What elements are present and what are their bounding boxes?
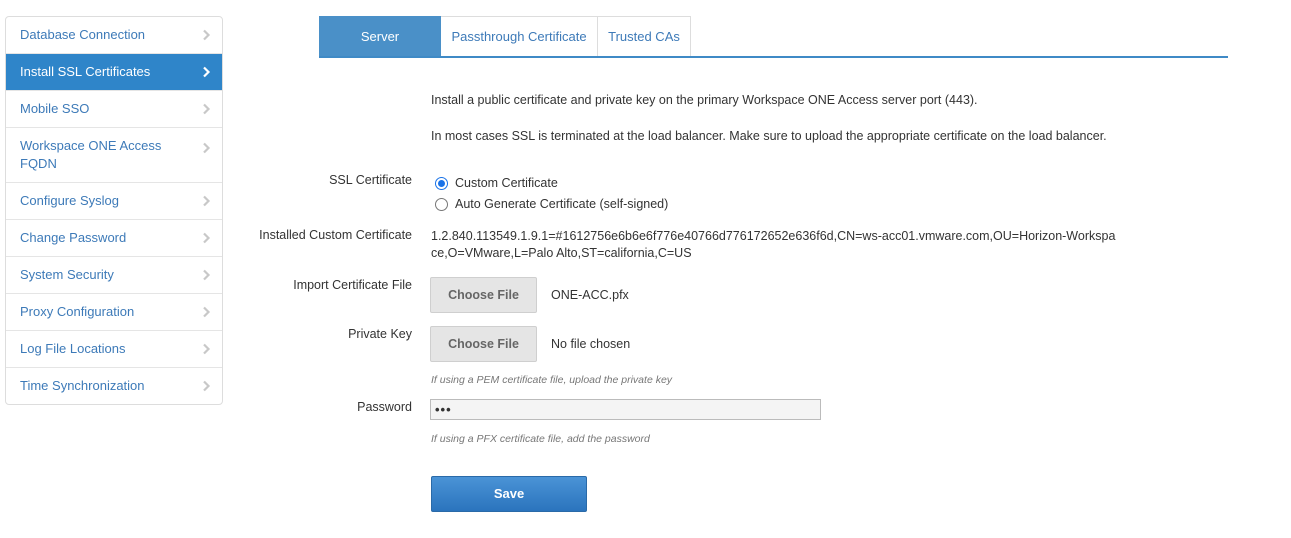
sidebar-item-time-synchronization[interactable]: Time Synchronization [6,368,222,404]
password-label: Password [357,400,412,414]
tab-trusted-cas[interactable]: Trusted CAs [597,16,691,56]
sidebar-item-workspace-one-access-fqdn[interactable]: Workspace ONE Access FQDN [6,128,222,183]
tab-passthrough-certificate[interactable]: Passthrough Certificate [441,16,598,56]
private-key-label: Private Key [348,327,412,341]
tab-server-certificate[interactable]: Server Certificate [319,16,441,84]
import-certificate-label: Import Certificate File [293,278,412,292]
chevron-right-icon [200,269,212,281]
info-text-install: Install a public certificate and private… [431,93,978,107]
sidebar-item-label: Configure Syslog [20,193,119,208]
sidebar-item-label: Log File Locations [20,341,126,356]
sidebar-item-database-connection[interactable]: Database Connection [6,17,222,54]
chevron-right-icon [200,66,212,78]
chevron-right-icon [200,195,212,207]
sidebar-item-log-file-locations[interactable]: Log File Locations [6,331,222,368]
chevron-right-icon [200,380,212,392]
chevron-right-icon [200,103,212,115]
certificate-tabs: Server Certificate Passthrough Certifica… [319,16,1228,84]
radio-custom-certificate[interactable]: Custom Certificate [435,176,558,190]
chevron-right-icon [200,306,212,318]
sidebar-item-label: Mobile SSO [20,101,90,116]
password-hint: If using a PFX certificate file, add the… [431,433,650,445]
sidebar-item-change-password[interactable]: Change Password [6,220,222,257]
radio-button-checked[interactable] [435,176,448,190]
sidebar-item-label: Workspace ONE Access FQDN [20,138,162,171]
save-button[interactable]: Save [431,476,587,512]
installed-certificate-value: 1.2.840.113549.1.9.1=#1612756e6b6e6f776e… [431,229,1116,260]
sidebar-item-proxy-configuration[interactable]: Proxy Configuration [6,294,222,331]
chevron-right-icon [200,29,212,41]
chevron-right-icon [200,343,212,355]
chevron-right-icon [200,232,212,244]
info-text-load-balancer: In most cases SSL is terminated at the l… [431,129,1107,143]
private-key-hint: If using a PEM certificate file, upload … [431,374,673,386]
radio-label: Custom Certificate [455,176,558,190]
radio-auto-generate-certificate[interactable]: Auto Generate Certificate (self-signed) [435,197,668,211]
sidebar-item-label: Change Password [20,230,127,245]
radio-button[interactable] [435,197,448,211]
sidebar-item-mobile-sso[interactable]: Mobile SSO [6,91,222,128]
sidebar-item-configure-syslog[interactable]: Configure Syslog [6,183,222,220]
sidebar-item-label: Time Synchronization [20,378,145,393]
radio-label: Auto Generate Certificate (self-signed) [455,197,669,211]
sidebar-item-label: Proxy Configuration [20,304,135,319]
chevron-right-icon [200,142,212,154]
ssl-certificate-label: SSL Certificate [329,173,412,187]
choose-certificate-file-button[interactable]: Choose File [430,277,537,313]
certificate-file-name: ONE-ACC.pfx [551,288,629,302]
sidebar-item-label: Install SSL Certificates [20,64,151,79]
sidebar-item-install-ssl-certificates[interactable]: Install SSL Certificates [6,54,222,91]
private-key-file-name: No file chosen [551,337,631,351]
sidebar-item-system-security[interactable]: System Security [6,257,222,294]
choose-private-key-button[interactable]: Choose File [430,326,537,362]
sidebar-item-label: Database Connection [20,27,146,42]
sidebar-item-label: System Security [20,267,114,282]
settings-sidebar: Database Connection Install SSL Certific… [5,16,223,405]
password-input[interactable]: ••• [430,399,821,420]
installed-certificate-label: Installed Custom Certificate [259,228,412,242]
